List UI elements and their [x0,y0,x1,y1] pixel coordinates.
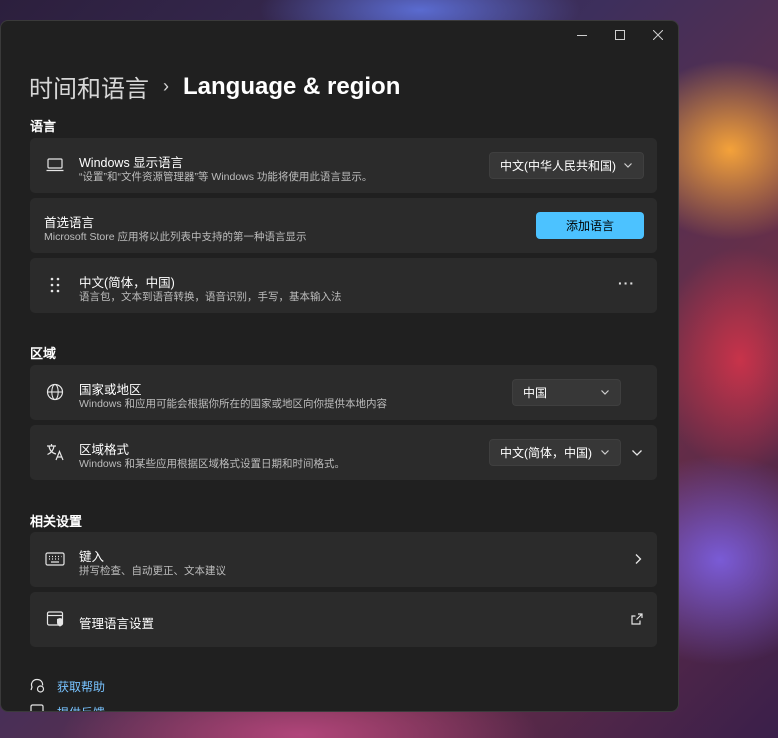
drag-handle-icon[interactable] [44,274,66,296]
open-external-icon [631,613,643,625]
keyboard-icon [44,548,66,570]
typing-card[interactable]: 键入 拼写检查、自动更正、文本建议 [30,532,657,587]
country-region-dropdown[interactable]: 中国 [512,379,621,406]
give-feedback-link[interactable]: 提供反馈 [57,704,105,711]
minimize-icon [577,34,587,36]
globe-icon [44,381,66,403]
admin-settings-icon [44,608,66,630]
installed-language-item[interactable]: 中文(简体，中国) 语言包，文本到语音转换，语音识别，手写，基本输入法 ··· [30,258,657,313]
minimize-button[interactable] [563,21,601,49]
admin-language-settings-card[interactable]: 管理语言设置 [30,592,657,647]
country-region-description: Windows 和应用可能会根据你所在的国家或地区向你提供本地内容 [79,398,388,410]
maximize-button[interactable] [601,21,639,49]
add-language-button[interactable]: 添加语言 [536,212,644,239]
expand-chevron-icon[interactable] [631,447,643,459]
maximize-icon [615,30,625,40]
regional-format-dropdown[interactable]: 中文(简体，中国) [489,439,621,466]
chevron-down-icon [601,390,609,395]
more-options-button[interactable]: ··· [618,275,635,291]
breadcrumb-separator: › [163,76,169,96]
chevron-down-icon [601,450,609,455]
country-region-card: 国家或地区 Windows 和应用可能会根据你所在的国家或地区向你提供本地内容 … [30,365,657,420]
get-help-link[interactable]: 获取帮助 [57,678,105,695]
display-language-dropdown[interactable]: 中文(中华人民共和国) [489,152,644,179]
monitor-icon [44,154,66,176]
breadcrumb-parent[interactable]: 时间和语言 [29,69,149,104]
preferred-language-description: Microsoft Store 应用将以此列表中支持的第一种语言显示 [44,231,307,243]
section-heading-region: 区域 [30,346,57,361]
section-heading-language: 语言 [30,119,57,134]
chevron-down-icon [624,163,632,168]
typing-description: 拼写检查、自动更正、文本建议 [79,565,226,577]
feedback-icon [30,704,44,711]
regional-format-value: 中文(简体，中国) [500,446,592,460]
close-icon [653,30,663,40]
preferred-language-card: 首选语言 Microsoft Store 应用将以此列表中支持的第一种语言显示 … [30,198,657,253]
regional-format-description: Windows 和某些应用根据区域格式设置日期和时间格式。 [79,458,346,470]
close-button[interactable] [639,21,677,49]
page-title: Language & region [183,72,401,100]
display-language-description: “设置”和“文件资源管理器”等 Windows 功能将使用此语言显示。 [79,171,373,183]
display-language-value: 中文(中华人民共和国) [500,159,616,173]
chevron-right-icon [635,554,642,564]
display-language-card: Windows 显示语言 “设置”和“文件资源管理器”等 Windows 功能将… [30,138,657,193]
help-icon [30,678,45,693]
settings-window: 时间和语言 › Language & region 语言 Windows 显示语… [0,20,679,712]
breadcrumb: 时间和语言 › Language & region [29,69,400,104]
section-heading-related: 相关设置 [30,514,83,529]
country-region-value: 中国 [523,386,548,400]
admin-language-settings-title: 管理语言设置 [79,617,155,631]
language-region-icon [44,441,66,463]
installed-language-features: 语言包，文本到语音转换，语音识别，手写，基本输入法 [79,291,342,303]
regional-format-card[interactable]: 区域格式 Windows 和某些应用根据区域格式设置日期和时间格式。 中文(简体… [30,425,657,480]
